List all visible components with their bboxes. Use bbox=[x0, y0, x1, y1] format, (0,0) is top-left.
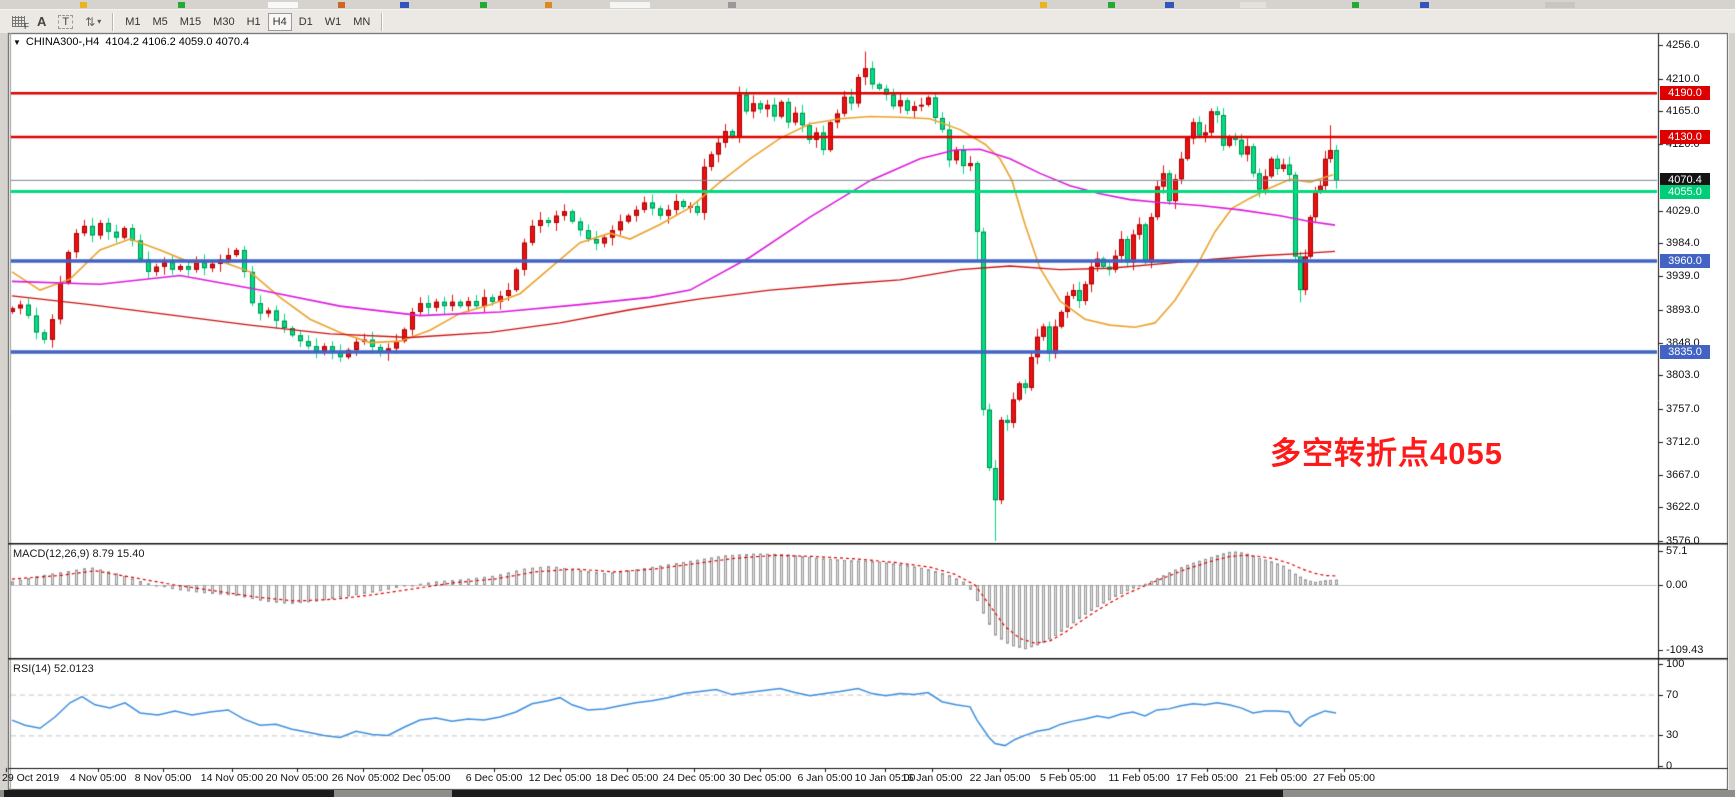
macd-axis-tick: -109.43 bbox=[1666, 644, 1703, 656]
macd-indicator-label: MACD(12,26,9) 8.79 15.40 bbox=[13, 548, 144, 560]
price-axis-tick: 3622.0 bbox=[1666, 501, 1700, 513]
time-axis-label: 22 Jan 05:00 bbox=[970, 772, 1031, 784]
price-axis-tick: 3667.0 bbox=[1666, 469, 1700, 481]
rsi-axis-tick: 100 bbox=[1666, 658, 1684, 670]
price-chart-canvas[interactable] bbox=[0, 0, 1735, 797]
chart-ohlc-values: 4104.2 4106.2 4059.0 4070.4 bbox=[105, 36, 249, 48]
price-badge-4055.0: 4055.0 bbox=[1660, 185, 1710, 199]
time-axis-label: 2 Dec 05:00 bbox=[394, 772, 451, 784]
price-axis-tick: 3984.0 bbox=[1666, 237, 1700, 249]
time-axis-label: 14 Nov 05:00 bbox=[201, 772, 263, 784]
chart-symbol-dropdown-icon[interactable]: ▼ bbox=[13, 38, 21, 47]
price-badge-4190.0: 4190.0 bbox=[1660, 86, 1710, 100]
price-badge-4130.0: 4130.0 bbox=[1660, 130, 1710, 144]
price-axis-tick: 3939.0 bbox=[1666, 270, 1700, 282]
time-axis-label: 18 Dec 05:00 bbox=[596, 772, 658, 784]
time-axis-label: 27 Feb 05:00 bbox=[1313, 772, 1375, 784]
price-axis-tick: 4210.0 bbox=[1666, 73, 1700, 85]
time-axis-label: 4 Nov 05:00 bbox=[70, 772, 127, 784]
rsi-axis-tick: 0 bbox=[1666, 760, 1672, 772]
price-axis-tick: 3893.0 bbox=[1666, 304, 1700, 316]
price-axis-tick: 4029.0 bbox=[1666, 205, 1700, 217]
rsi-axis-tick: 30 bbox=[1666, 729, 1678, 741]
time-axis-label: 17 Feb 05:00 bbox=[1176, 772, 1238, 784]
price-axis-tick: 3757.0 bbox=[1666, 403, 1700, 415]
time-axis-label: 11 Feb 05:00 bbox=[1108, 772, 1169, 784]
mt4-terminal: F A T ⇅▾ M1M5M15M30H1H4D1W1MN ▼CHINA300-… bbox=[0, 0, 1735, 797]
chart-symbol: CHINA300-,H4 bbox=[26, 36, 99, 48]
rsi-axis-tick: 70 bbox=[1666, 689, 1678, 701]
chart-text-annotation: 多空转折点4055 bbox=[1270, 428, 1503, 473]
time-axis-label: 6 Dec 05:00 bbox=[466, 772, 523, 784]
chart-title: ▼ CHINA300-,H4 4104.2 4106.2 4059.0 4070.… bbox=[13, 36, 249, 48]
time-axis-label: 6 Jan 05:00 bbox=[798, 772, 853, 784]
time-axis-label: 30 Dec 05:00 bbox=[729, 772, 791, 784]
time-axis-label: 21 Feb 05:00 bbox=[1245, 772, 1307, 784]
rsi-indicator-label: RSI(14) 52.0123 bbox=[13, 663, 94, 675]
time-axis-label: 26 Nov 05:00 bbox=[332, 772, 394, 784]
time-axis-label: 5 Feb 05:00 bbox=[1040, 772, 1096, 784]
time-axis-label: 24 Dec 05:00 bbox=[663, 772, 725, 784]
macd-axis-tick: 57.1 bbox=[1666, 545, 1687, 557]
price-badge-3960.0: 3960.0 bbox=[1660, 254, 1710, 268]
price-badge-3835.0: 3835.0 bbox=[1660, 345, 1710, 359]
price-axis-tick: 3712.0 bbox=[1666, 436, 1700, 448]
price-axis-tick: 3803.0 bbox=[1666, 369, 1700, 381]
time-axis-label: 8 Nov 05:00 bbox=[135, 772, 192, 784]
taskbar-segment bbox=[4, 790, 334, 797]
price-axis-tick: 4256.0 bbox=[1666, 39, 1700, 51]
time-axis-label: 12 Dec 05:00 bbox=[529, 772, 591, 784]
time-axis-label: 29 Oct 2019 bbox=[2, 772, 59, 784]
taskbar-edge bbox=[0, 790, 1735, 797]
time-axis-label: 16 Jan 05:00 bbox=[902, 772, 963, 784]
time-axis-label: 20 Nov 05:00 bbox=[266, 772, 328, 784]
price-axis-tick: 4165.0 bbox=[1666, 105, 1700, 117]
macd-axis-tick: 0.00 bbox=[1666, 579, 1687, 591]
taskbar-segment bbox=[452, 790, 1283, 797]
